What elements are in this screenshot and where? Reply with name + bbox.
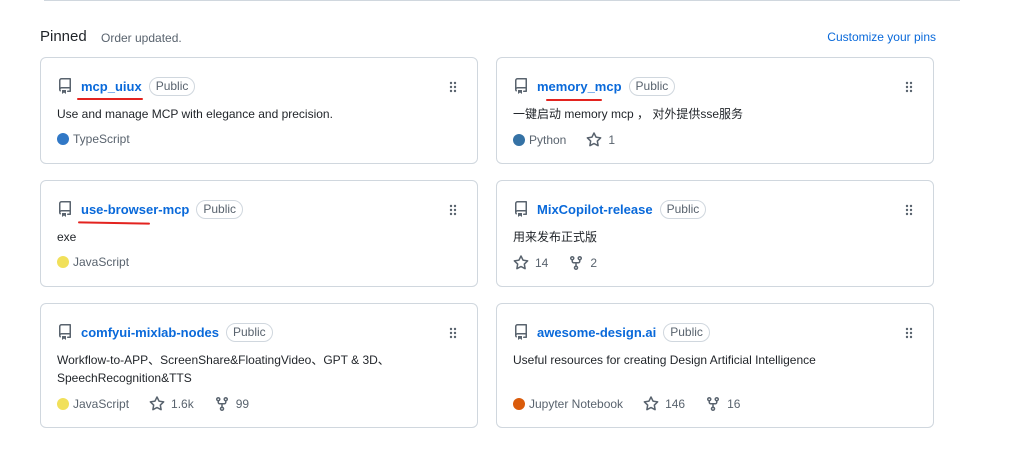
repo-description: 用来发布正式版: [513, 230, 598, 244]
fork-icon: [707, 397, 720, 412]
pinned-card-memory-mcp: memory_mcp Public 一键启动 memory mcp ， 对外提供…: [496, 57, 934, 164]
visibility-badge: Public: [196, 199, 244, 219]
visibility-badge: Public: [148, 76, 196, 96]
stars-value: 1.6k: [171, 397, 194, 411]
pinned-card-use-browser-mcp: use-browser-mcp Public exe JavaScript: [40, 180, 478, 287]
pinned-header: Pinned Order updated. Customize your pin…: [40, 28, 936, 48]
repo-language: JavaScript: [73, 397, 130, 411]
language-color-dot: [57, 133, 69, 145]
drag-handle-icon[interactable]: [449, 326, 457, 339]
customize-pins-link[interactable]: Customize your pins: [827, 30, 936, 44]
star-icon: [149, 396, 165, 411]
forks-value: 16: [727, 397, 741, 411]
repo-name-link[interactable]: awesome-design.ai: [537, 325, 656, 340]
visibility-badge: Public: [659, 199, 707, 219]
top-divider: [44, 0, 960, 1]
repo-description: 一键启动 memory mcp ， 对外提供sse服务: [513, 107, 744, 121]
repo-name-link[interactable]: memory_mcp: [537, 79, 622, 94]
repo-name-link[interactable]: comfyui-mixlab-nodes: [81, 325, 219, 340]
language-color-dot: [513, 134, 525, 146]
drag-handle-icon[interactable]: [905, 80, 913, 93]
stars-count[interactable]: 1: [586, 132, 615, 148]
repo-name-link[interactable]: mcp_uiux: [81, 79, 142, 94]
pinned-card-comfyui-mixlab-nodes: comfyui-mixlab-nodes Public Workflow-to-…: [40, 303, 478, 428]
order-updated-note: Order updated.: [101, 31, 182, 45]
fork-icon: [570, 256, 583, 271]
forks-count[interactable]: 99: [214, 396, 249, 412]
repo-description: Useful resources for creating Design Art…: [513, 353, 816, 367]
forks-value: 99: [235, 397, 250, 411]
stars-value: 14: [535, 256, 549, 270]
repo-icon: [513, 78, 529, 94]
forks-count[interactable]: 2: [568, 255, 597, 271]
repo-description: exe: [57, 230, 77, 244]
pinned-card-mixcopilot-release: MixCopilot-release Public 用来发布正式版 14 2: [496, 180, 934, 287]
fork-icon: [215, 397, 228, 412]
stars-count[interactable]: 146: [643, 396, 685, 412]
repo-name-link[interactable]: use-browser-mcp: [81, 202, 189, 217]
language-color-dot: [57, 256, 69, 268]
visibility-badge: Public: [663, 322, 710, 342]
repo-language: TypeScript: [73, 132, 130, 146]
visibility-badge: Public: [628, 76, 676, 96]
repo-language: JavaScript: [73, 255, 130, 269]
language-color-dot: [57, 398, 69, 410]
pinned-card-mcp-uiux: mcp_uiux Public Use and manage MCP with …: [40, 57, 478, 164]
repo-description: Use and manage MCP with elegance and pre…: [57, 107, 333, 121]
repo-icon: [513, 324, 529, 340]
star-icon: [513, 255, 529, 270]
repo-description: Workflow-to-APP、ScreenShare&FloatingVide…: [57, 353, 390, 385]
annotation-underline: [77, 98, 143, 100]
drag-handle-icon[interactable]: [449, 80, 457, 93]
stars-value: 1: [608, 133, 616, 147]
language-color-dot: [513, 398, 525, 410]
star-icon: [643, 396, 659, 411]
repo-icon: [513, 201, 529, 217]
repo-icon: [57, 201, 73, 217]
drag-handle-icon[interactable]: [449, 203, 457, 216]
pinned-title: Pinned: [40, 28, 87, 45]
pinned-card-awesome-design-ai: awesome-design.ai Public Useful resource…: [496, 303, 934, 428]
forks-count[interactable]: 16: [705, 396, 740, 412]
visibility-badge: Public: [225, 322, 273, 342]
repo-name-link[interactable]: MixCopilot-release: [537, 202, 653, 217]
repo-language: Python: [529, 133, 567, 147]
annotation-underline: [546, 99, 602, 101]
drag-handle-icon[interactable]: [905, 326, 913, 339]
drag-handle-icon[interactable]: [905, 203, 913, 216]
stars-value: 146: [665, 397, 686, 411]
forks-value: 2: [590, 256, 598, 270]
repo-language: Jupyter Notebook: [529, 397, 624, 411]
repo-icon: [57, 78, 73, 94]
stars-count[interactable]: 14: [513, 255, 548, 271]
stars-count[interactable]: 1.6k: [149, 396, 194, 412]
repo-icon: [57, 324, 73, 340]
star-icon: [586, 132, 602, 147]
